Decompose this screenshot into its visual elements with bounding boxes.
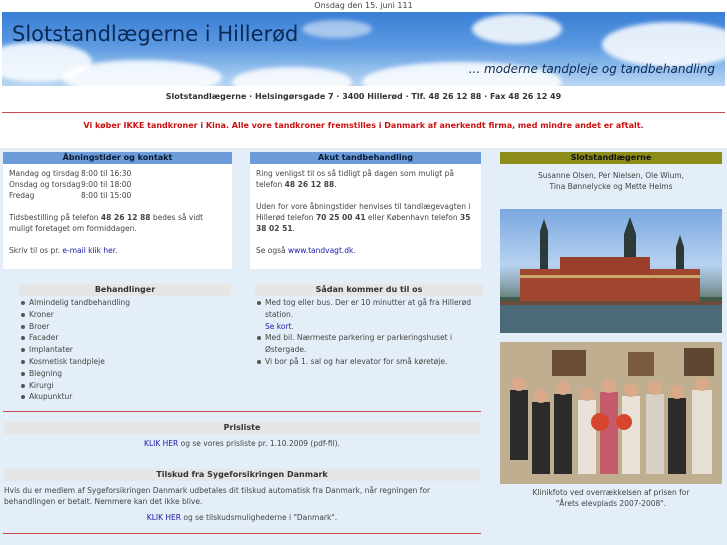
list-item: Kirurgi — [19, 380, 231, 392]
hours-heading: Åbningstider og kontakt — [3, 152, 232, 164]
directions-heading: Sådan kommer du til os — [255, 284, 483, 296]
castle-photo — [500, 209, 722, 333]
divider — [3, 533, 481, 534]
date-line: Onsdag den 15. juni 111 — [314, 1, 413, 10]
treatments-panel: Behandlinger Almindelig tandbehandling K… — [19, 284, 231, 403]
directions-panel: Sådan kommer du til os Med tog eller bus… — [255, 284, 483, 368]
hours-day: Mandag og tirsdag — [9, 169, 80, 178]
acute-p2-c: . — [292, 224, 295, 233]
acute-body: Ring venligst til os så tidligt på dagen… — [250, 164, 481, 269]
hours-time: 9:00 til 18:00 — [81, 180, 132, 189]
acute-p2-b: eller København telefon — [365, 213, 460, 222]
subsidy-link-line: KLIK HER og se tilskudsmulighederne i "D… — [4, 512, 480, 523]
site-tagline: ... moderne tandpleje og tandbehandling — [468, 62, 715, 76]
divider — [2, 112, 725, 113]
directions-list: Med tog eller bus. Der er 10 minutter at… — [255, 297, 483, 368]
mail-post: . — [115, 246, 118, 255]
list-item: Med bil. Nærmeste parkering er parkering… — [255, 332, 483, 356]
address-line: Slotstandlægerne · Helsingørsgade 7 · 34… — [165, 92, 562, 101]
directions-train-post: . — [291, 321, 294, 331]
staff-photo — [500, 342, 722, 484]
staff-names: Susanne Olsen, Per Nielsen, Ole Wium, Ti… — [500, 170, 722, 192]
mail-pre: Skriv til os pr. — [9, 246, 63, 255]
header-banner: Slotstandlægerne i Hillerød ... moderne … — [2, 12, 725, 86]
subsidy-text: Hvis du er medlem af Sygeforsikringen Da… — [4, 486, 431, 506]
hours-day: Onsdag og torsdag — [9, 180, 81, 189]
hours-row: Onsdag og torsdag 9:00 til 18:00 — [9, 179, 226, 190]
list-item: Vi bor på 1. sal og har elevator for små… — [255, 356, 483, 368]
hours-panel: Åbningstider og kontakt Mandag og tirsda… — [3, 152, 232, 269]
map-link[interactable]: Se kort — [265, 322, 291, 331]
prices-desc: og se vores prisliste pr. 1.10.2009 (pdf… — [178, 439, 340, 448]
list-item: Almindelig tandbehandling — [19, 297, 231, 309]
list-item: Facader — [19, 332, 231, 344]
treatments-heading: Behandlinger — [19, 284, 231, 296]
hours-row: Mandag og tirsdag 8:00 til 16:30 — [9, 168, 226, 179]
staff-names-line1: Susanne Olsen, Per Nielsen, Ole Wium, — [537, 171, 685, 180]
acute-p3: Se også www.tandvagt.dk. — [256, 245, 475, 256]
prices-heading: Prisliste — [4, 422, 480, 434]
list-item: Blegning — [19, 368, 231, 380]
acute-p3-post: . — [353, 246, 356, 255]
divider — [3, 411, 481, 412]
directions-train-text: Med tog eller bus. Der er 10 minutter at… — [265, 298, 471, 319]
prices-link[interactable]: KLIK HER — [144, 439, 178, 448]
hours-body: Mandag og tirsdag 8:00 til 16:30 Onsdag o… — [3, 164, 232, 269]
photo-caption-line1: Klinikfoto ved overrækkelsen af prisen f… — [532, 488, 690, 497]
email-link[interactable]: e-mail klik her — [62, 246, 115, 255]
subsidy-link[interactable]: KLIK HER — [147, 513, 181, 522]
treatments-list: Almindelig tandbehandling Kroner Broer F… — [19, 297, 231, 403]
staff-names-line2: Tina Bønnelycke og Mette Helms — [549, 182, 673, 191]
site-title: Slotstandlægerne i Hillerød — [12, 22, 299, 46]
acute-phone: 48 26 12 88 — [284, 180, 335, 189]
staff-image — [500, 342, 722, 484]
castle-image — [500, 217, 722, 333]
sidebar: Slotstandlægerne Susanne Olsen, Per Niel… — [500, 152, 722, 192]
acute-phone-hillerod: 70 25 00 41 — [315, 213, 366, 222]
acute-p1: Ring venligst til os så tidligt på dagen… — [256, 168, 475, 190]
list-item: Akupunktur — [19, 391, 231, 403]
subsidy-link-desc: og se tilskudsmulighederne i "Danmark". — [180, 513, 338, 522]
list-item: Broer — [19, 321, 231, 333]
acute-p2: Uden for vore åbningstider henvises til … — [256, 201, 475, 234]
list-item: Med tog eller bus. Der er 10 minutter at… — [255, 297, 483, 332]
hours-day: Fredag — [9, 191, 35, 200]
tandvagt-link[interactable]: www.tandvagt.dk — [288, 246, 353, 255]
acute-p1-post: . — [334, 180, 337, 189]
photo-caption-line2: "Årets elevplads 2007-2008". — [555, 499, 667, 508]
acute-panel: Akut tandbehandling Ring venligst til os… — [250, 152, 481, 269]
hours-row: Fredag 8:00 til 15:00 — [9, 190, 226, 201]
hours-time: 8:00 til 15:00 — [81, 191, 132, 200]
sidebar-heading: Slotstandlægerne — [500, 152, 722, 164]
acute-heading: Akut tandbehandling — [250, 152, 481, 164]
hours-time: 8:00 til 16:30 — [81, 169, 132, 178]
booking-phone: 48 26 12 88 — [100, 213, 151, 222]
booking-pre: Tidsbestilling på telefon — [9, 213, 101, 222]
list-item: Kroner — [19, 309, 231, 321]
notice-text: Vi køber IKKE tandkroner i Kina. Alle vo… — [83, 121, 644, 130]
mail-text: Skriv til os pr. e-mail klik her. — [9, 245, 226, 256]
acute-p3-pre: Se også — [256, 246, 288, 255]
list-item: Implantater — [19, 344, 231, 356]
subsidy-heading: Tilskud fra Sygeforsikringen Danmark — [4, 469, 480, 481]
prices-text: KLIK HER og se vores prisliste pr. 1.10.… — [4, 438, 480, 449]
booking-text: Tidsbestilling på telefon 48 26 12 88 be… — [9, 212, 226, 234]
list-item: Kosmetisk tandpleje — [19, 356, 231, 368]
photo-caption: Klinikfoto ved overrækkelsen af prisen f… — [500, 487, 722, 509]
